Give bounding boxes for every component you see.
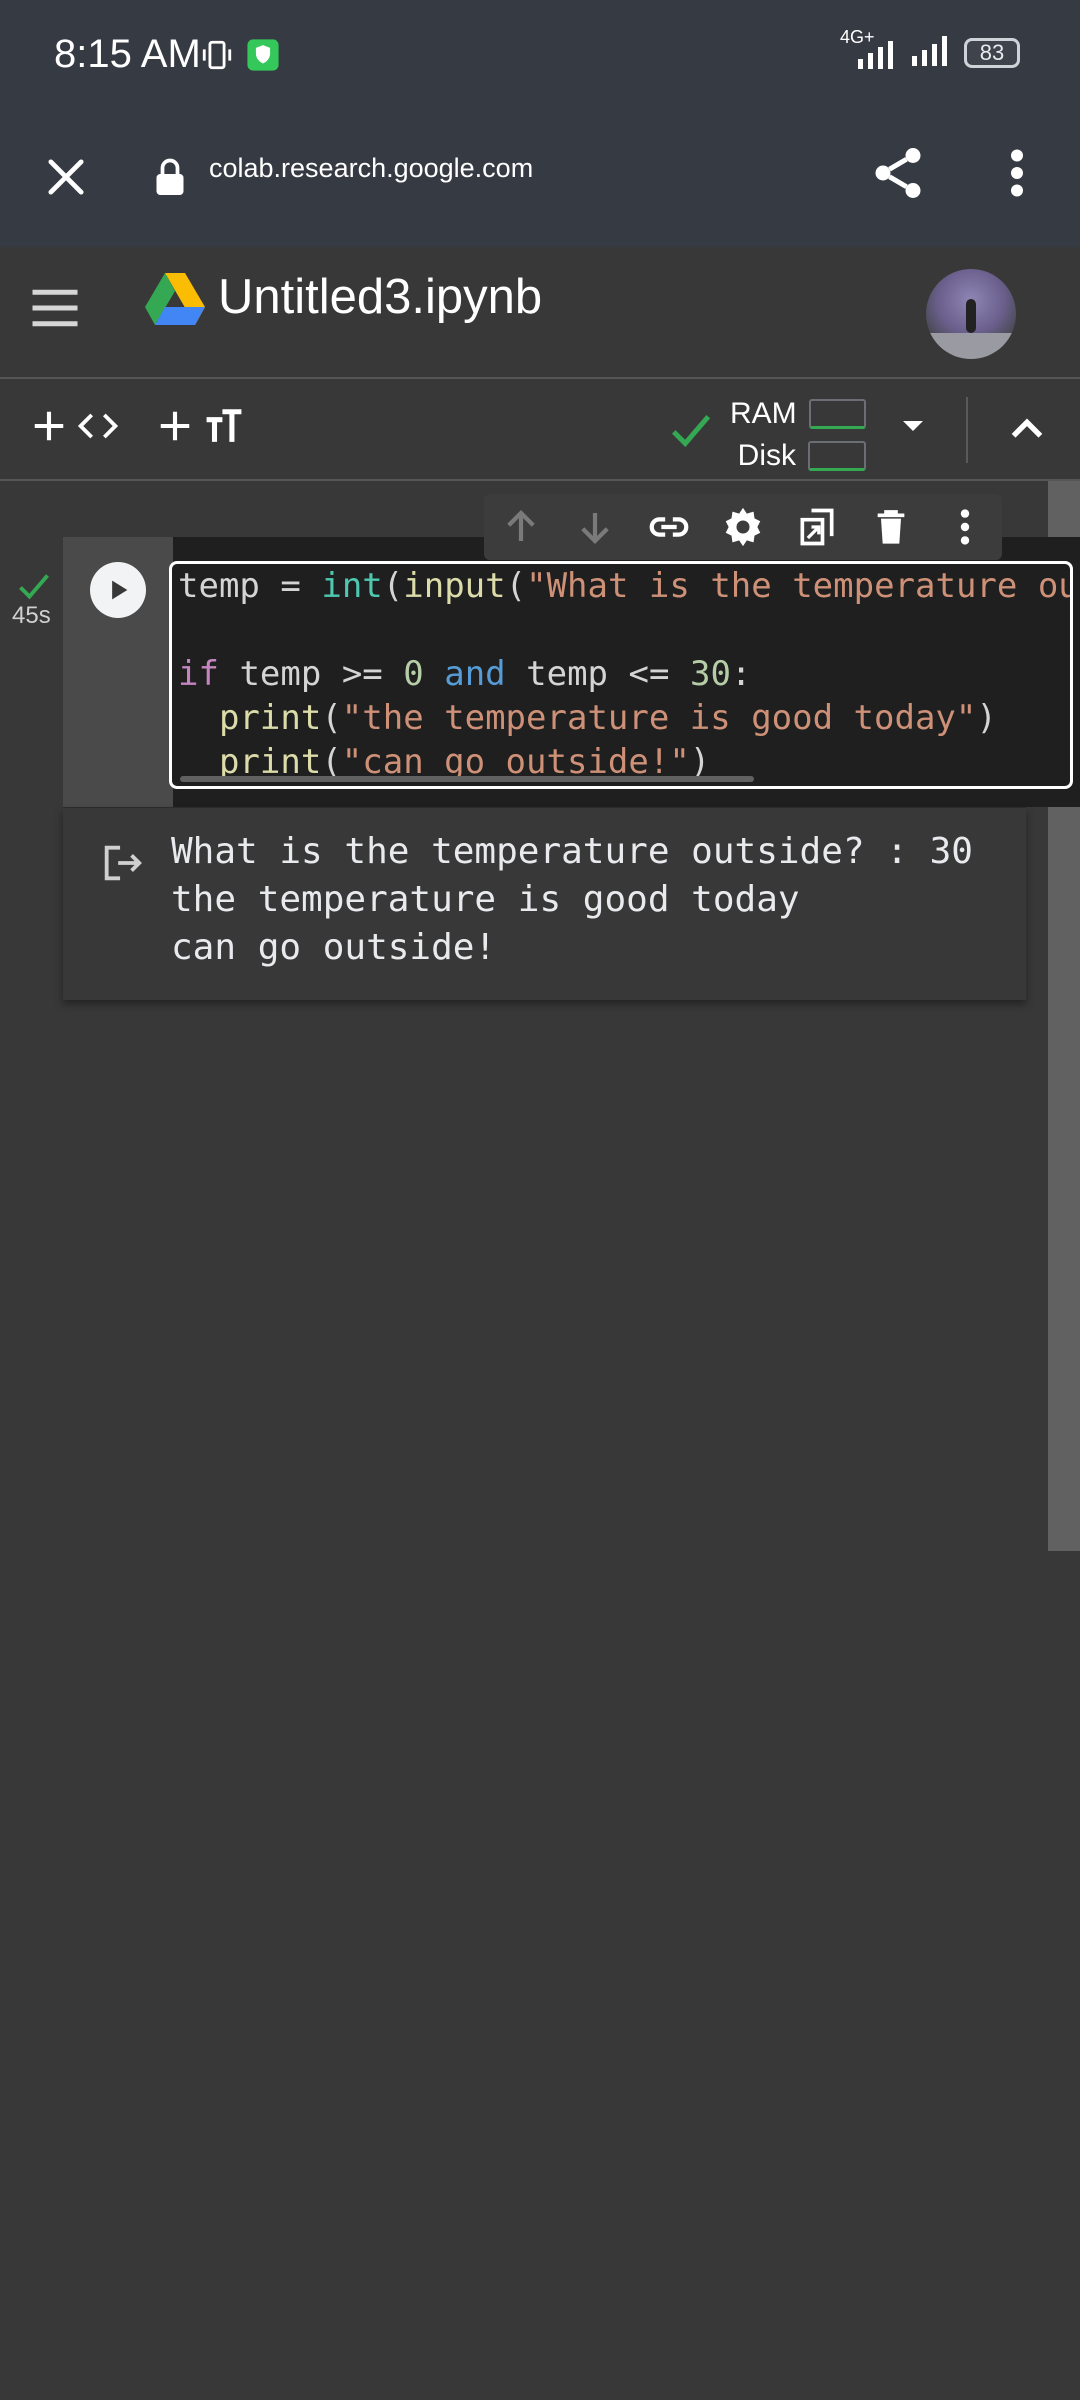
more-vert-icon[interactable] xyxy=(1000,143,1034,208)
gear-icon[interactable] xyxy=(706,494,780,560)
output-line: the temperature is good today xyxy=(171,879,800,920)
google-drive-icon[interactable] xyxy=(145,271,205,330)
lock-icon xyxy=(152,155,188,204)
shield-icon xyxy=(246,38,280,77)
notebook-toolbar: RAM Disk xyxy=(0,381,1080,481)
resource-monitor[interactable]: RAM Disk xyxy=(730,393,866,477)
output-line: What is the temperature outside? : 30 xyxy=(171,831,973,872)
cell-gutter xyxy=(63,537,173,807)
signal-icon xyxy=(910,30,954,75)
mirror-cell-icon[interactable] xyxy=(780,494,854,560)
status-right: 4G+ 83 xyxy=(840,27,1020,75)
toolbar-divider xyxy=(966,397,968,463)
code-line: if temp >= 0 and temp <= 30: xyxy=(178,654,752,694)
plus-icon xyxy=(160,411,190,441)
move-up-icon[interactable] xyxy=(484,494,558,560)
code-line: temp = int(input("What is the temperatur… xyxy=(178,566,1070,606)
chevron-down-icon[interactable] xyxy=(898,411,928,446)
disk-bar xyxy=(808,441,866,471)
play-icon xyxy=(112,580,128,600)
text-format-icon xyxy=(206,409,242,442)
colab-header: Untitled3.ipynb xyxy=(0,247,1080,379)
vibrate-icon xyxy=(200,38,234,77)
more-vert-icon[interactable] xyxy=(928,494,1002,560)
menu-icon[interactable] xyxy=(28,283,82,338)
battery-level: 83 xyxy=(979,39,1005,65)
output-icon[interactable] xyxy=(99,840,145,891)
code-text[interactable]: temp = int(input("What is the temperatur… xyxy=(178,564,1070,784)
add-text-cell-button[interactable] xyxy=(156,407,246,445)
execution-time: 45s xyxy=(12,602,51,629)
status-time: 8:15 AM xyxy=(54,32,201,76)
delete-icon[interactable] xyxy=(854,494,928,560)
signal-4g-icon: 4G+ xyxy=(840,27,900,73)
ram-label: RAM xyxy=(730,397,797,430)
share-icon[interactable] xyxy=(868,143,928,208)
ram-bar xyxy=(808,399,866,429)
status-bar: 8:15 AM 4G+ 83 xyxy=(0,0,1080,115)
notebook-title[interactable]: Untitled3.ipynb xyxy=(218,269,542,325)
url-bar[interactable]: colab.research.google.com xyxy=(209,153,533,184)
connected-check-icon[interactable] xyxy=(668,407,714,458)
chevron-up-icon[interactable] xyxy=(1004,407,1050,458)
output-line: can go outside! xyxy=(171,927,497,968)
browser-bar: colab.research.google.com xyxy=(0,115,1080,247)
battery-icon: 83 xyxy=(964,37,1020,68)
code-horizontal-scrollbar[interactable] xyxy=(180,776,754,782)
close-icon[interactable] xyxy=(40,151,92,203)
output-text: What is the temperature outside? : 30 the… xyxy=(171,828,973,972)
disk-label: Disk xyxy=(737,439,796,472)
add-code-cell-button[interactable] xyxy=(30,407,120,445)
move-down-icon[interactable] xyxy=(558,494,632,560)
run-cell-button[interactable] xyxy=(90,562,146,618)
plus-icon xyxy=(34,411,64,441)
cell-toolbar xyxy=(484,494,1002,560)
code-line: print("the temperature is good today") xyxy=(218,698,997,738)
link-icon[interactable] xyxy=(632,494,706,560)
avatar[interactable] xyxy=(926,269,1016,359)
code-editor[interactable]: temp = int(input("What is the temperatur… xyxy=(169,561,1073,789)
code-icon xyxy=(77,413,119,439)
cell-output: What is the temperature outside? : 30 the… xyxy=(63,808,1026,1000)
